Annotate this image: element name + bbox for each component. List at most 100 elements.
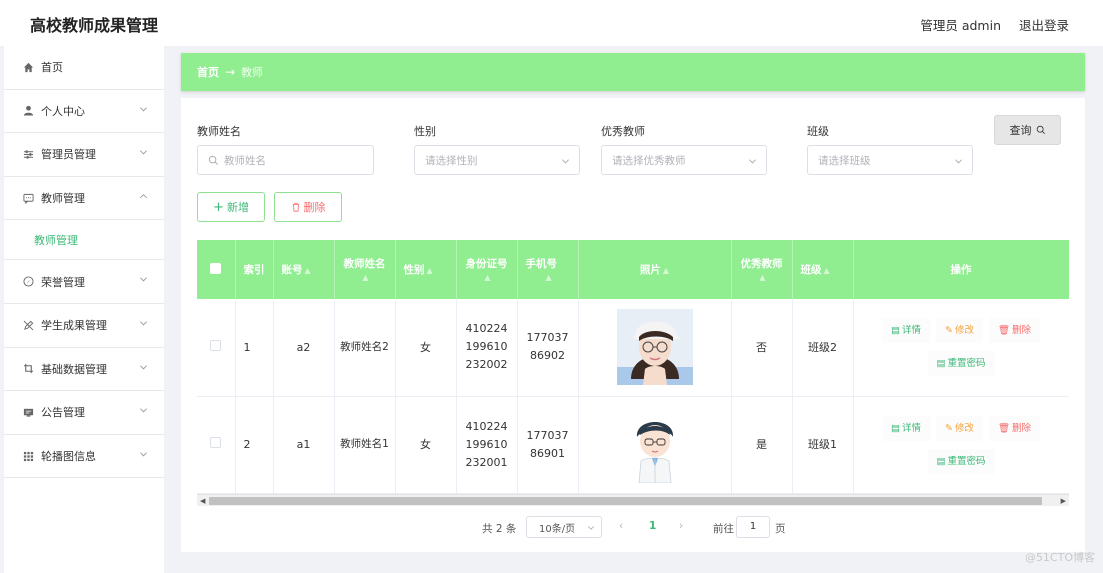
col-class-label: 班级 [800,264,822,276]
col-photo[interactable]: 照片 ▲ [578,240,732,299]
cartoon-teacher-photo[interactable] [616,406,693,483]
sidebar-item-student-achievement[interactable]: 学生成果管理 [4,304,164,348]
sidebar-item-admin-management[interactable]: 管理员管理 [4,133,164,177]
add-button[interactable]: + 新增 [197,192,265,222]
breadcrumb-current: 教师 [241,66,264,79]
sidebar-item-label: 公告管理 [41,406,85,420]
prev-page-icon[interactable]: ‹ [619,520,623,532]
total-count: 共 2 条 [482,523,517,535]
chevron-down-icon [140,150,147,155]
edit-button[interactable]: ✎ 修改 [935,415,983,441]
plus-icon: + [213,199,224,215]
excellent-select-placeholder: 请选择优秀教师 [612,154,686,167]
edit-icon: ✎ [944,422,953,434]
scroll-left-arrow-icon[interactable]: ◀ [200,497,205,505]
gender-cell: 女 [395,299,457,397]
chevron-up-icon [140,193,147,198]
col-id-card[interactable]: 身份证号 ▲ [456,240,518,299]
goto-page-input[interactable]: 1 [736,516,770,538]
sidebar-item-home[interactable]: 首页 [4,46,164,90]
gender-select-placeholder: 请选择性别 [425,154,478,167]
chevron-down-icon [140,452,147,457]
next-page-icon[interactable]: › [679,520,683,532]
sort-icon[interactable]: ▲ [824,266,830,275]
name-cell: 教师姓名2 [334,299,396,397]
name-search-input[interactable]: 教师姓名 [197,145,374,175]
name-cell: 教师姓名1 [334,396,396,494]
search-icon [1036,125,1045,135]
sort-icon[interactable]: ▲ [663,266,669,275]
sidebar-subitem-teacher-management[interactable]: 教师管理 [4,220,164,261]
sidebar-item-label: 荣誉管理 [41,275,85,289]
delete-label: 删除 [1012,422,1032,434]
select-all-cell [197,240,236,299]
document-icon: ▤ [936,455,946,467]
class-select[interactable]: 请选择班级 [807,145,973,175]
sidebar-item-personal-center[interactable]: 个人中心 [4,90,164,134]
col-gender[interactable]: 性别 ▲ [395,240,457,299]
reset-password-button[interactable]: ▤ 重置密码 [927,351,995,377]
sidebar-item-label: 个人中心 [41,104,85,118]
horizontal-scrollbar[interactable]: ◀ ▶ [197,494,1069,506]
col-ops: 操作 [853,240,1069,299]
gender-select[interactable]: 请选择性别 [414,145,580,175]
delete-button[interactable]: 🗑 删除 [988,415,1041,441]
col-excellent-label: 优秀教师 [740,258,783,270]
page-number-current[interactable]: 1 [649,520,656,532]
batch-delete-button[interactable]: 删除 [274,192,342,222]
female-teacher-photo[interactable] [616,309,693,386]
select-all-checkbox[interactable] [210,262,222,274]
sidebar-item-teacher-management[interactable]: 教师管理 [4,177,164,221]
edit-icon: ✎ [944,325,953,337]
sort-icon[interactable]: ▲ [427,266,433,275]
class-filter-label: 班级 [807,125,829,138]
row-select-cell [197,299,236,397]
excellent-cell: 是 [731,396,793,494]
sidebar-item-carousel[interactable]: 轮播图信息 [4,435,164,479]
admin-label: 管理员 admin [920,18,1001,33]
scrollbar-thumb[interactable] [209,497,1042,505]
sidebar-item-honor-management[interactable]: 荣誉管理 [4,260,164,304]
delete-button[interactable]: 🗑 删除 [988,318,1041,344]
col-id-card-label: 身份证号 [465,258,508,270]
query-button-label: 查询 [1009,124,1032,137]
col-name[interactable]: 教师姓名 ▲ [334,240,396,299]
sort-icon[interactable]: ▲ [305,266,311,275]
scroll-right-arrow-icon[interactable]: ▶ [1061,497,1066,505]
sidebar-item-basic-data[interactable]: 基础数据管理 [4,348,164,392]
document-icon: ▤ [890,325,900,337]
chevron-down-icon [140,364,147,370]
sort-icon[interactable]: ▲ [484,273,490,282]
chevron-down-icon [587,526,595,530]
account-cell: a1 [273,396,335,494]
logout-link[interactable]: 退出登录 [1019,15,1069,34]
gender-filter-label: 性别 [414,125,436,138]
excellent-select[interactable]: 请选择优秀教师 [601,145,767,175]
edit-button[interactable]: ✎ 修改 [935,318,983,344]
col-index-label: 索引 [243,264,265,276]
col-class[interactable]: 班级 ▲ [792,240,854,299]
watermark: @51CTO博客 [1024,551,1095,564]
trash-icon: 🗑 [997,422,1011,434]
breadcrumb-home[interactable]: 首页 [197,64,219,80]
chevron-down-icon [140,408,147,413]
col-excellent[interactable]: 优秀教师 ▲ [731,240,793,299]
sort-icon[interactable]: ▲ [546,273,552,282]
col-account[interactable]: 账号 ▲ [273,240,335,299]
row-checkbox[interactable] [210,437,222,448]
col-phone[interactable]: 手机号 ▲ [517,240,579,299]
sidebar-item-announcement[interactable]: 公告管理 [4,391,164,435]
query-button[interactable]: 查询 [994,115,1061,145]
sort-icon[interactable]: ▲ [759,273,765,282]
detail-button[interactable]: ▤ 详情 [881,318,930,344]
page-size-select[interactable]: 10条/页 [526,516,602,538]
excellent-cell: 否 [731,299,793,397]
reset-password-button[interactable]: ▤ 重置密码 [927,448,995,474]
detail-button[interactable]: ▤ 详情 [881,415,930,441]
edit-label: 修改 [954,422,974,434]
col-name-label: 教师姓名 [343,258,386,270]
class-cell: 班级2 [792,299,854,397]
sort-icon[interactable]: ▲ [362,273,368,282]
table-row: 1 a2 教师姓名2 女 410224199610232002 17703786… [197,299,1069,397]
row-checkbox[interactable] [210,339,222,351]
